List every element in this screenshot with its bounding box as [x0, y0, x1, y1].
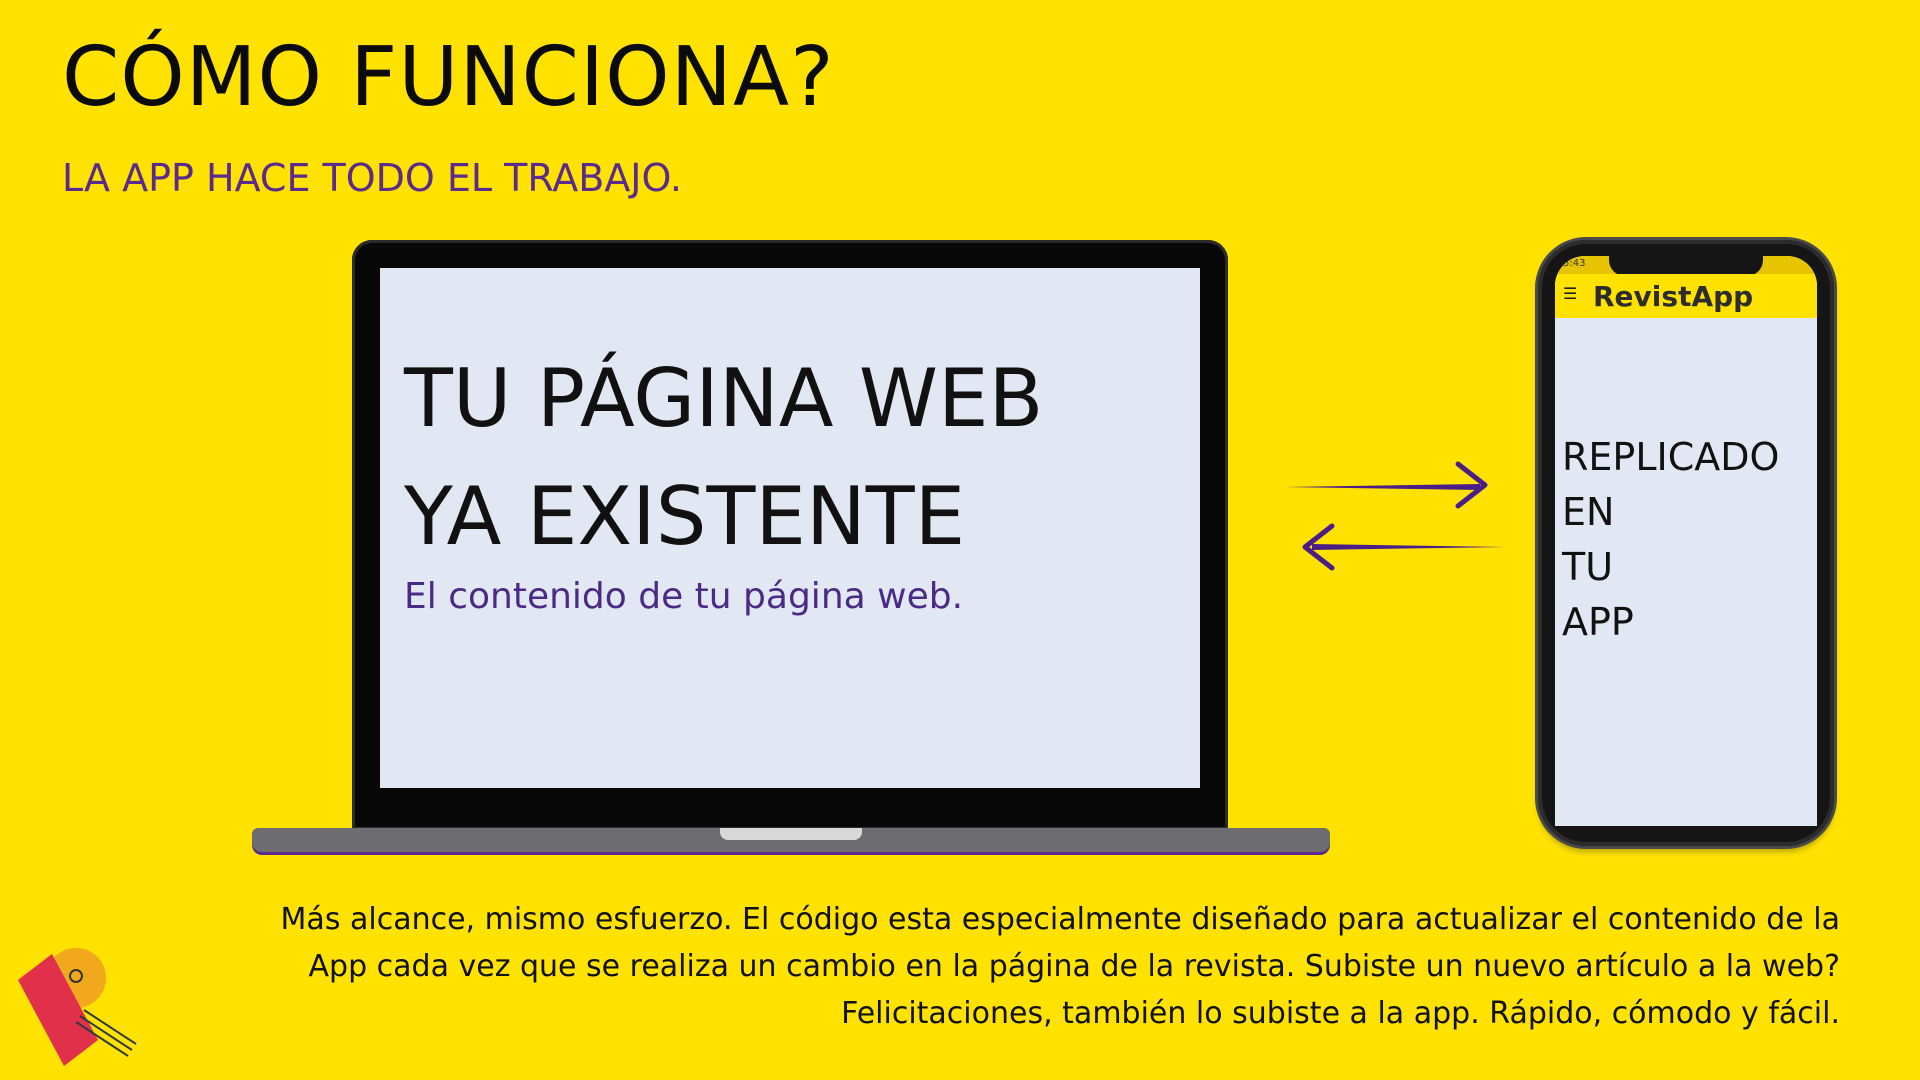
arrow-right-icon	[1284, 461, 1488, 509]
laptop-screen-subtitle: El contenido de tu página web.	[404, 576, 964, 617]
phone-app-bar: ☰ RevistApp	[1555, 274, 1817, 318]
footer-line: Más alcance, mismo esfuerzo. El código e…	[280, 902, 1840, 937]
hamburger-icon[interactable]: ☰	[1563, 284, 1577, 303]
laptop-screen-title-line2: YA EXISTENTE	[404, 470, 966, 563]
page-subtitle: LA APP HACE TODO EL TRABAJO.	[62, 156, 682, 200]
phone-line: EN	[1562, 490, 1615, 534]
revistapp-logo-icon	[18, 948, 137, 1066]
footer-line: Felicitaciones, también lo subiste a la …	[841, 996, 1840, 1031]
arrow-left-icon	[1302, 523, 1506, 571]
phone-line: REPLICADO	[1562, 435, 1780, 479]
laptop-screen-title-line1: TU PÁGINA WEB	[404, 352, 1044, 445]
sync-arrows	[1284, 461, 1506, 571]
phone-app-title: RevistApp	[1593, 280, 1754, 313]
phone-line: TU	[1562, 545, 1614, 589]
footer-line: App cada vez que se realiza un cambio en…	[308, 949, 1841, 984]
footer-description: Más alcance, mismo esfuerzo. El código e…	[240, 896, 1840, 1037]
page-title: CÓMO FUNCIONA?	[62, 30, 835, 125]
phone-status-time: 5:43	[1563, 258, 1586, 269]
phone-line: APP	[1562, 600, 1634, 644]
phone-content-text: REPLICADO EN TU APP	[1562, 430, 1812, 650]
laptop-notch	[720, 828, 862, 840]
phone-notch	[1609, 256, 1763, 276]
laptop-screen-title: TU PÁGINA WEB YA EXISTENTE	[404, 340, 1184, 576]
